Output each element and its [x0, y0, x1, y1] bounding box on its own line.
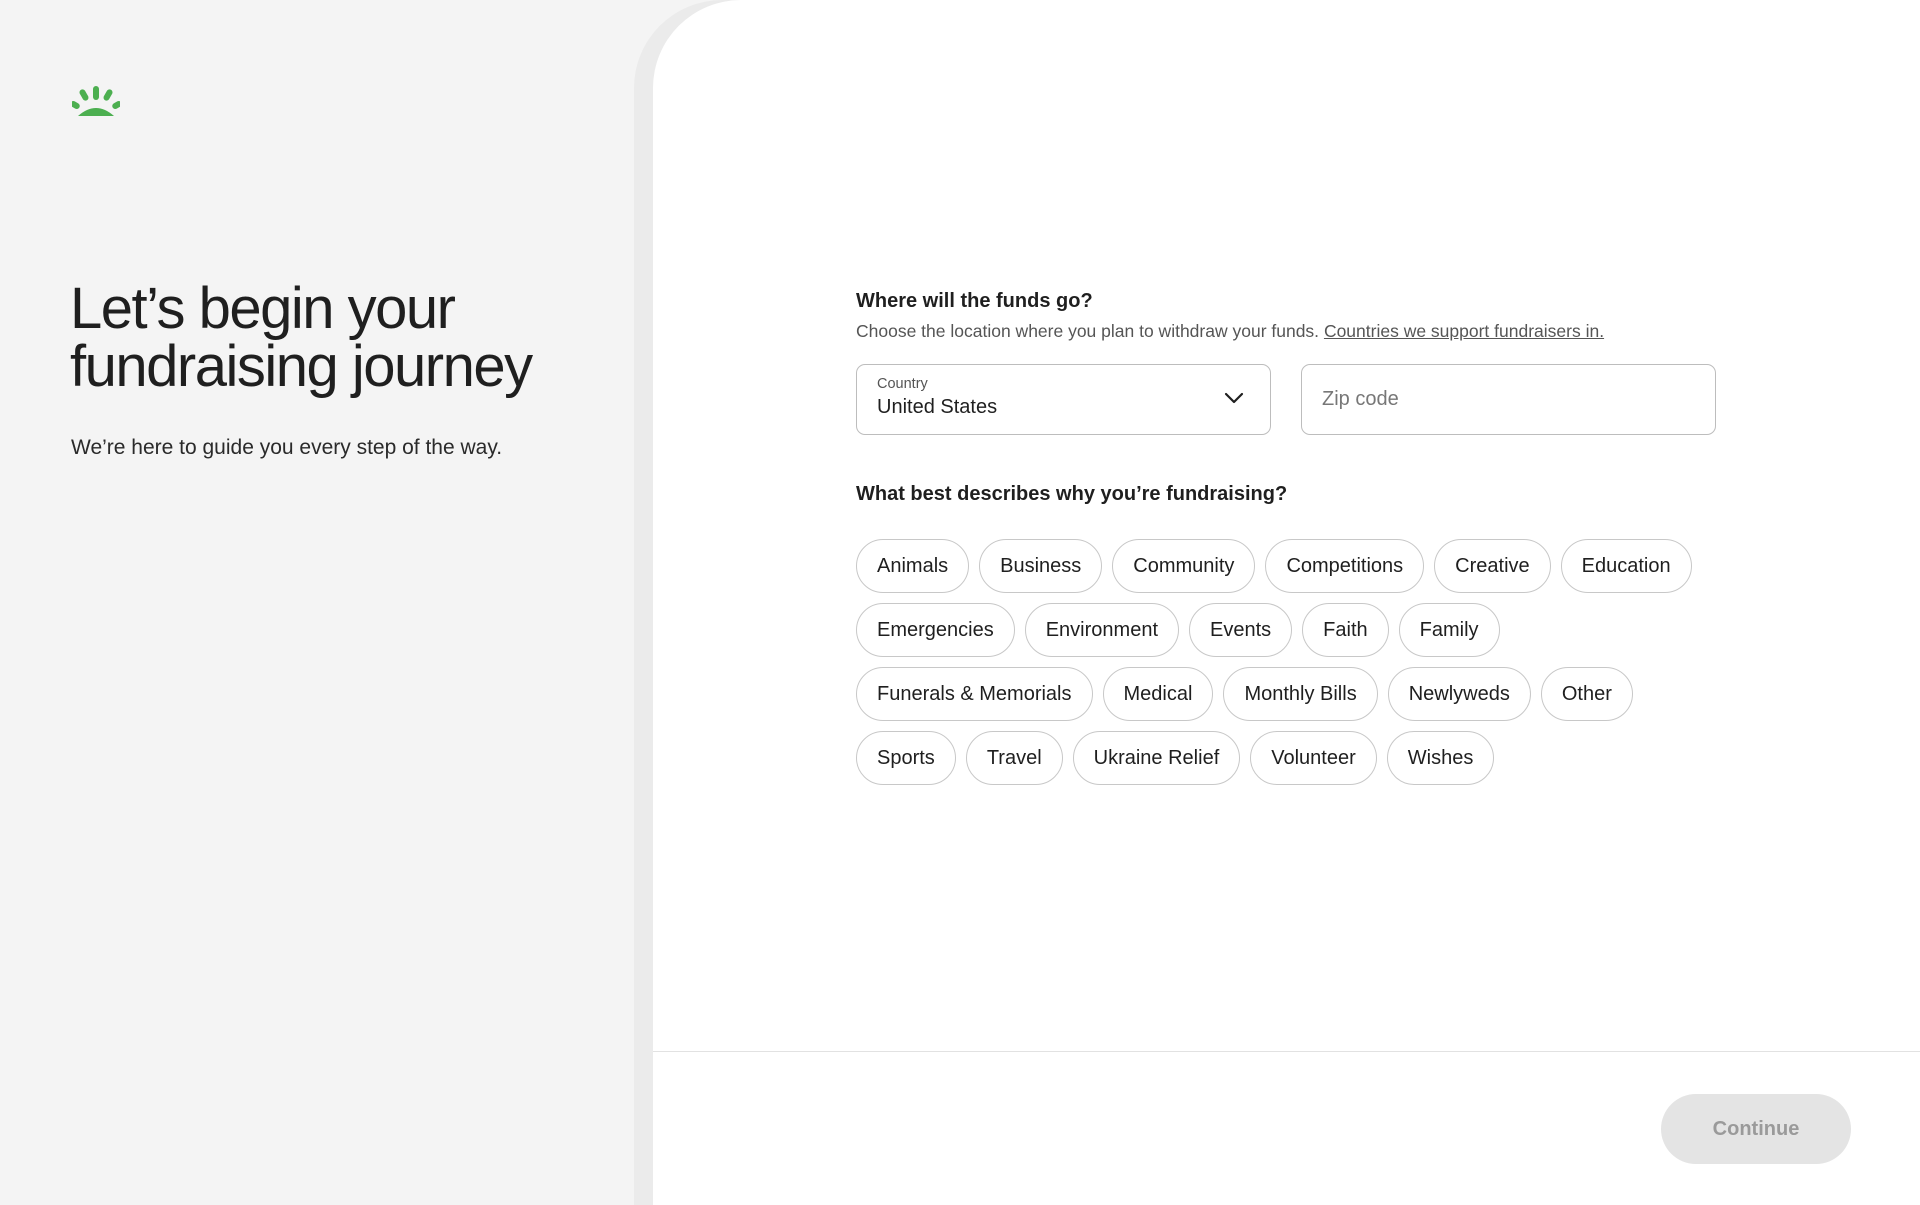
category-chip[interactable]: Other	[1540, 667, 1633, 721]
category-chip[interactable]: Sports	[856, 731, 956, 785]
category-chip[interactable]: Medical	[1102, 667, 1214, 721]
page-subline: We’re here to guide you every step of th…	[71, 436, 503, 459]
country-value: United States	[877, 396, 998, 418]
category-chip[interactable]: Emergencies	[856, 603, 1015, 657]
sunburst-logo-icon	[72, 86, 120, 116]
category-question: What best describes why you’re fundraisi…	[856, 483, 1288, 505]
category-chip[interactable]: Animals	[856, 539, 970, 593]
category-chip[interactable]: Volunteer	[1250, 731, 1377, 785]
category-chip[interactable]: Travel	[965, 731, 1063, 785]
category-chip[interactable]: Wishes	[1386, 731, 1495, 785]
category-chip[interactable]: Education	[1560, 539, 1692, 593]
category-chip[interactable]: Business	[979, 539, 1103, 593]
category-chip[interactable]: Ukraine Relief	[1072, 731, 1241, 785]
continue-button[interactable]: Continue	[1661, 1094, 1851, 1164]
right-panel: Where will the funds go? Choose the loca…	[653, 0, 1920, 1205]
category-chip[interactable]: Environment	[1024, 603, 1179, 657]
country-select[interactable]: Country United States	[856, 364, 1271, 435]
location-description-text: Choose the location where you plan to wi…	[856, 321, 1320, 341]
fundraiser-form: Where will the funds go? Choose the loca…	[856, 290, 1736, 785]
location-fields: Country United States	[856, 364, 1736, 435]
category-chip[interactable]: Family	[1398, 603, 1500, 657]
location-question: Where will the funds go?	[856, 290, 1093, 312]
country-label: Country	[877, 376, 928, 392]
category-options: Animals Business Community Competitions Crea…	[856, 539, 1736, 785]
left-panel: Let’s begin your fundraising journey We’…	[0, 0, 660, 1205]
location-description: Choose the location where you plan to wi…	[856, 321, 1736, 342]
category-chip[interactable]: Faith	[1302, 603, 1389, 657]
category-chip[interactable]: Monthly Bills	[1223, 667, 1378, 721]
page-headline: Let’s begin your fundraising journey	[70, 276, 533, 399]
zip-code-input[interactable]	[1301, 364, 1716, 435]
supported-countries-link[interactable]: Countries we support fundraisers in.	[1324, 321, 1604, 341]
category-chip[interactable]: Newlyweds	[1387, 667, 1531, 721]
category-chip[interactable]: Competitions	[1265, 539, 1425, 593]
chevron-down-icon	[1224, 392, 1244, 404]
footer-divider	[653, 1051, 1920, 1052]
category-chip[interactable]: Events	[1189, 603, 1293, 657]
category-chip[interactable]: Funerals & Memorials	[856, 667, 1093, 721]
category-chip[interactable]: Creative	[1434, 539, 1551, 593]
category-chip[interactable]: Community	[1112, 539, 1256, 593]
